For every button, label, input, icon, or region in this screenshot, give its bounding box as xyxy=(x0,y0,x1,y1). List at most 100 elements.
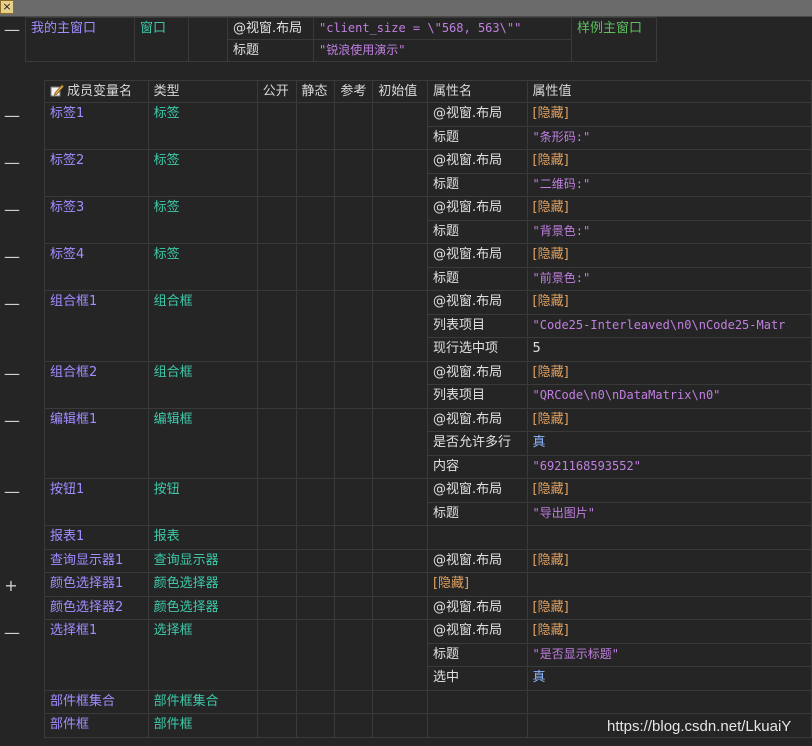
member-type[interactable]: 标签 xyxy=(147,149,258,197)
collapse-toggle[interactable]: — xyxy=(4,154,20,171)
prop-name[interactable]: @视窗.布局 xyxy=(426,196,528,221)
member-type[interactable]: 部件框集合 xyxy=(147,689,258,714)
collapse-toggle[interactable]: — xyxy=(4,366,20,382)
member-public-cell[interactable] xyxy=(256,619,297,691)
prop-name[interactable] xyxy=(426,713,528,738)
member-public-cell[interactable] xyxy=(256,478,297,526)
member-init-cell[interactable] xyxy=(372,360,428,409)
member-public-cell[interactable] xyxy=(256,196,297,244)
member-init-cell[interactable] xyxy=(372,196,428,244)
prop-value[interactable]: [隐藏] xyxy=(526,102,812,127)
prop-value[interactable]: "条形码:" xyxy=(526,125,812,150)
member-name[interactable]: 查询显示器1 xyxy=(44,548,149,573)
sample-window-name[interactable]: 样例主窗口 xyxy=(571,17,657,62)
member-row[interactable]: 标签2 标签 @视窗.布局 [隐藏] xyxy=(44,149,812,197)
member-static-cell[interactable] xyxy=(295,478,336,526)
prop-name[interactable]: 标题 xyxy=(426,501,528,526)
collapse-toggle[interactable]: — xyxy=(4,413,20,429)
member-type[interactable]: 编辑框 xyxy=(147,407,258,479)
prop-name[interactable]: 标题 xyxy=(426,172,528,197)
prop-value[interactable]: "二维码:" xyxy=(526,172,812,197)
member-ref-cell[interactable] xyxy=(334,290,374,362)
member-init-cell[interactable] xyxy=(372,713,428,738)
member-init-cell[interactable] xyxy=(372,407,428,479)
member-static-cell[interactable] xyxy=(295,243,336,291)
member-public-cell[interactable] xyxy=(256,102,297,150)
collapse-toggle-window[interactable]: — xyxy=(4,22,20,38)
prop-name[interactable]: 列表项目 xyxy=(426,384,528,409)
member-name[interactable]: 报表1 xyxy=(44,525,149,550)
member-ref-cell[interactable] xyxy=(334,689,374,714)
window-prop-key[interactable]: @视窗.布局 xyxy=(227,17,314,40)
prop-name[interactable]: 标题 xyxy=(426,219,528,244)
prop-name[interactable]: @视窗.布局 xyxy=(426,290,528,315)
member-type[interactable]: 标签 xyxy=(147,196,258,244)
prop-name[interactable]: 标题 xyxy=(426,642,528,667)
member-name[interactable]: 按钮1 xyxy=(44,478,149,526)
prop-name[interactable]: 列表项目 xyxy=(426,313,528,338)
member-name[interactable]: 标签3 xyxy=(44,196,149,244)
prop-name[interactable]: 现行选中项 xyxy=(426,337,528,362)
member-row[interactable]: 选择框1 选择框 @视窗.布局 [隐藏] xyxy=(44,619,812,691)
prop-value[interactable] xyxy=(526,572,812,597)
member-public-cell[interactable] xyxy=(256,243,297,291)
member-row[interactable]: 标签4 标签 @视窗.布局 [隐藏] xyxy=(44,243,812,291)
member-init-cell[interactable] xyxy=(372,290,428,362)
prop-name[interactable]: @视窗.布局 xyxy=(426,149,528,174)
prop-value[interactable]: 真 xyxy=(526,666,812,691)
member-name[interactable]: 组合框1 xyxy=(44,290,149,362)
member-name[interactable]: 标签2 xyxy=(44,149,149,197)
member-type[interactable]: 部件框 xyxy=(147,713,258,738)
member-type[interactable]: 标签 xyxy=(147,102,258,150)
prop-name[interactable]: [隐藏] xyxy=(426,572,528,597)
member-name[interactable]: 颜色选择器1 xyxy=(44,572,149,597)
member-static-cell[interactable] xyxy=(295,689,336,714)
member-static-cell[interactable] xyxy=(295,102,336,150)
collapse-toggle[interactable]: — xyxy=(4,107,20,124)
member-name[interactable]: 部件框 xyxy=(44,713,149,738)
member-ref-cell[interactable] xyxy=(334,360,374,409)
window-prop-key[interactable]: 标题 xyxy=(227,39,314,62)
member-type[interactable]: 选择框 xyxy=(147,619,258,691)
member-static-cell[interactable] xyxy=(295,572,336,597)
member-row[interactable]: 颜色选择器2 颜色选择器 @视窗.布局 [隐藏] xyxy=(44,595,812,620)
prop-name[interactable]: 内容 xyxy=(426,454,528,479)
member-ref-cell[interactable] xyxy=(334,196,374,244)
member-ref-cell[interactable] xyxy=(334,478,374,526)
prop-value[interactable]: [隐藏] xyxy=(526,478,812,503)
member-public-cell[interactable] xyxy=(256,595,297,620)
member-ref-cell[interactable] xyxy=(334,407,374,479)
member-type[interactable]: 查询显示器 xyxy=(147,548,258,573)
member-row[interactable]: 标签3 标签 @视窗.布局 [隐藏] xyxy=(44,196,812,244)
member-public-cell[interactable] xyxy=(256,149,297,197)
member-ref-cell[interactable] xyxy=(334,548,374,573)
member-public-cell[interactable] xyxy=(256,360,297,409)
member-row[interactable]: 报表1 报表 xyxy=(44,525,812,550)
collapse-toggle[interactable]: — xyxy=(4,624,20,641)
member-type[interactable]: 颜色选择器 xyxy=(147,572,258,597)
member-public-cell[interactable] xyxy=(256,689,297,714)
prop-value[interactable]: [隐藏] xyxy=(526,290,812,315)
prop-value[interactable]: [隐藏] xyxy=(526,243,812,268)
prop-value[interactable]: "导出图片" xyxy=(526,501,812,526)
member-name[interactable]: 组合框2 xyxy=(44,360,149,409)
member-ref-cell[interactable] xyxy=(334,595,374,620)
member-row[interactable]: 组合框1 组合框 @视窗.布局 [隐藏] xyxy=(44,290,812,362)
member-static-cell[interactable] xyxy=(295,525,336,550)
member-init-cell[interactable] xyxy=(372,595,428,620)
prop-value[interactable]: [隐藏] xyxy=(526,360,812,385)
header-prop-name[interactable]: 属性名 xyxy=(426,80,528,103)
prop-value[interactable]: [隐藏] xyxy=(526,407,812,432)
collapse-toggle[interactable]: — xyxy=(4,483,20,500)
prop-value[interactable] xyxy=(526,689,812,714)
prop-value[interactable]: "QRCode\n0\nDataMatrix\n0" xyxy=(526,384,812,409)
window-row[interactable]: 我的主窗口 窗口 @视窗.布局 "client_size = \"568, 56… xyxy=(25,17,657,62)
window-type[interactable]: 窗口 xyxy=(134,17,189,62)
prop-name[interactable]: 选中 xyxy=(426,666,528,691)
member-static-cell[interactable] xyxy=(295,290,336,362)
member-public-cell[interactable] xyxy=(256,290,297,362)
collapse-toggle[interactable]: — xyxy=(4,201,20,218)
prop-value[interactable]: "背景色:" xyxy=(526,219,812,244)
header-prop-value[interactable]: 属性值 xyxy=(526,80,812,103)
member-name[interactable]: 选择框1 xyxy=(44,619,149,691)
